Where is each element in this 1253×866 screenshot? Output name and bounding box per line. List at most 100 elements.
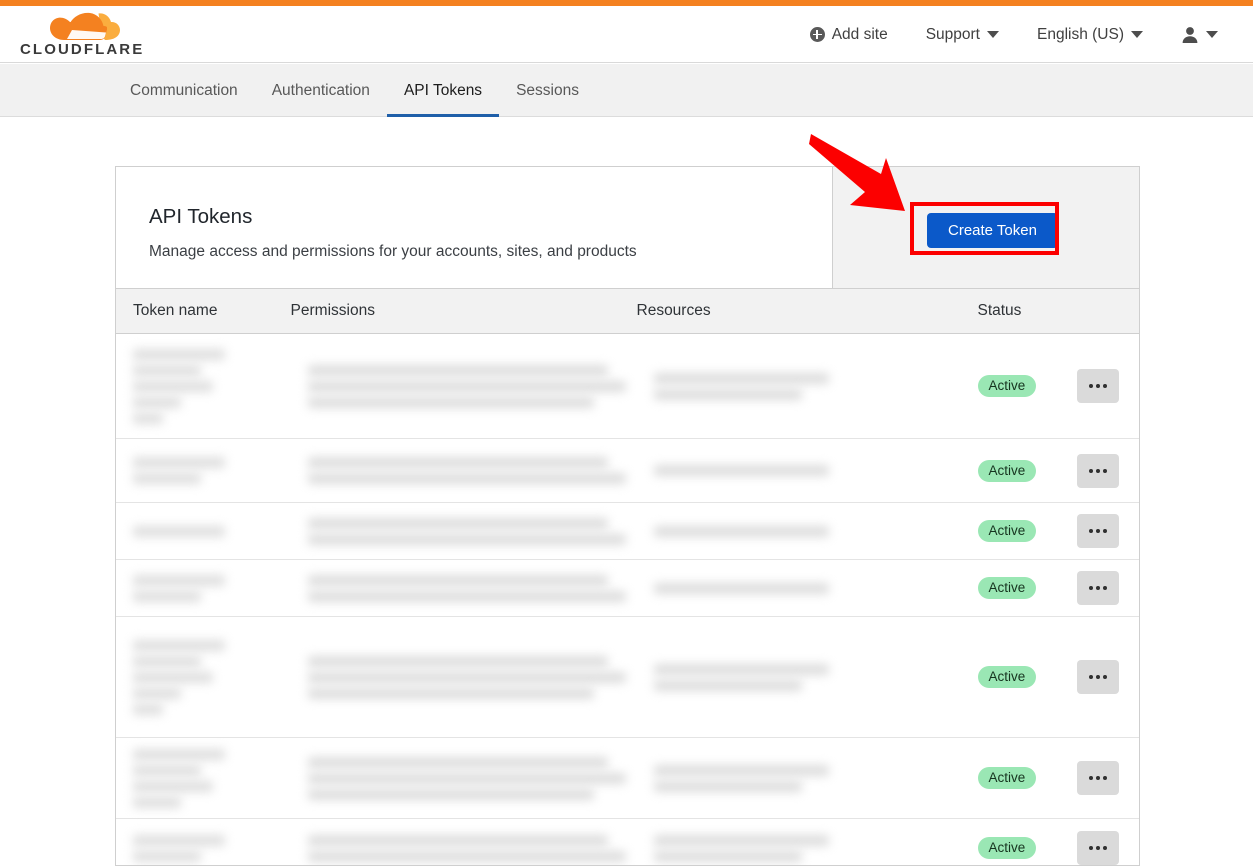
cell-res-redacted: [637, 368, 978, 405]
cell-actions: [1077, 761, 1139, 795]
chevron-down-icon: [987, 31, 999, 38]
account-menu[interactable]: [1162, 6, 1237, 63]
cell-status: Active: [978, 460, 1078, 482]
cell-name-redacted: [116, 521, 291, 542]
create-token-button[interactable]: Create Token: [927, 213, 1058, 248]
cell-actions: [1077, 571, 1139, 605]
tab-api-tokens-label: API Tokens: [404, 82, 482, 100]
chevron-down-icon: [1131, 31, 1143, 38]
row-more-options-button[interactable]: [1077, 514, 1119, 548]
cell-actions: [1077, 660, 1139, 694]
row-more-options-button[interactable]: [1077, 831, 1119, 865]
api-tokens-card: API Tokens Manage access and permissions…: [115, 166, 1140, 866]
plus-circle-icon: [810, 27, 825, 42]
table-row[interactable]: Active: [116, 738, 1139, 819]
language-menu[interactable]: English (US): [1018, 6, 1162, 63]
section-tabbar: Communication Authentication API Tokens …: [0, 64, 1253, 117]
cell-status: Active: [978, 666, 1078, 688]
cloudflare-cloud-icon: [50, 12, 120, 42]
cell-name-redacted: [116, 744, 291, 813]
cell-res-redacted: [637, 659, 978, 696]
ellipsis-icon: [1089, 384, 1107, 388]
ellipsis-icon: [1089, 529, 1107, 533]
status-badge: Active: [978, 767, 1037, 789]
cell-perms-redacted: [291, 513, 637, 550]
row-more-options-button[interactable]: [1077, 660, 1119, 694]
cloudflare-wordmark: CLOUDFLARE: [20, 41, 144, 59]
table-row[interactable]: Active: [116, 503, 1139, 560]
column-header-resources: Resources: [637, 302, 978, 320]
table-row[interactable]: Active: [116, 560, 1139, 617]
tab-authentication-label: Authentication: [272, 82, 370, 100]
cell-status: Active: [978, 375, 1078, 397]
cell-res-redacted: [637, 830, 978, 866]
cell-res-redacted: [637, 578, 978, 599]
column-header-permissions: Permissions: [291, 302, 637, 320]
table-row[interactable]: Active: [116, 819, 1139, 866]
tab-sessions-label: Sessions: [516, 82, 579, 100]
support-label: Support: [926, 26, 980, 44]
table-body: Active Active Active Active Active Active Acti…: [116, 334, 1139, 866]
cell-res-redacted: [637, 760, 978, 797]
cell-status: Active: [978, 767, 1078, 789]
language-label: English (US): [1037, 26, 1124, 44]
page-title: API Tokens: [149, 205, 832, 229]
chevron-down-icon: [1206, 31, 1218, 38]
header-nav: Add site Support English (US): [791, 6, 1237, 63]
cell-status: Active: [978, 837, 1078, 859]
cell-perms-redacted: [291, 830, 637, 866]
cell-name-redacted: [116, 452, 291, 489]
status-badge: Active: [978, 460, 1037, 482]
table-header-row: Token name Permissions Resources Status: [116, 289, 1139, 334]
ellipsis-icon: [1089, 675, 1107, 679]
tab-communication[interactable]: Communication: [130, 64, 255, 117]
cell-actions: [1077, 454, 1139, 488]
cell-res-redacted: [637, 521, 978, 542]
cell-res-redacted: [637, 460, 978, 481]
cloudflare-logo[interactable]: CLOUDFLARE: [20, 12, 130, 58]
column-header-token-name: Token name: [116, 302, 291, 320]
page-subtitle: Manage access and permissions for your a…: [149, 242, 832, 262]
user-avatar-icon: [1181, 26, 1199, 44]
cell-actions: [1077, 514, 1139, 548]
ellipsis-icon: [1089, 776, 1107, 780]
support-menu[interactable]: Support: [907, 6, 1018, 63]
row-more-options-button[interactable]: [1077, 369, 1119, 403]
status-badge: Active: [978, 837, 1037, 859]
tab-communication-label: Communication: [130, 82, 238, 100]
tab-list: Communication Authentication API Tokens …: [130, 64, 596, 117]
card-header-actions: Create Token: [833, 167, 1139, 288]
add-site-label: Add site: [832, 26, 888, 44]
cell-actions: [1077, 369, 1139, 403]
column-header-status: Status: [977, 302, 1077, 320]
cell-perms-redacted: [291, 752, 637, 805]
status-badge: Active: [978, 666, 1037, 688]
row-more-options-button[interactable]: [1077, 571, 1119, 605]
cell-perms-redacted: [291, 452, 637, 489]
cell-name-redacted: [116, 570, 291, 607]
ellipsis-icon: [1089, 846, 1107, 850]
status-badge: Active: [978, 375, 1037, 397]
add-site-button[interactable]: Add site: [791, 6, 907, 63]
cell-perms-redacted: [291, 651, 637, 704]
ellipsis-icon: [1089, 586, 1107, 590]
row-more-options-button[interactable]: [1077, 761, 1119, 795]
tab-sessions[interactable]: Sessions: [499, 64, 596, 117]
site-header: CLOUDFLARE Add site Support English (US): [0, 6, 1253, 63]
cell-status: Active: [978, 520, 1078, 542]
ellipsis-icon: [1089, 469, 1107, 473]
table-row[interactable]: Active: [116, 439, 1139, 503]
card-header-text: API Tokens Manage access and permissions…: [116, 167, 833, 288]
cell-name-redacted: [116, 830, 291, 866]
tab-api-tokens[interactable]: API Tokens: [387, 64, 499, 117]
cell-actions: [1077, 831, 1139, 865]
cell-status: Active: [978, 577, 1078, 599]
table-row[interactable]: Active: [116, 617, 1139, 738]
tab-authentication[interactable]: Authentication: [255, 64, 387, 117]
table-row[interactable]: Active: [116, 334, 1139, 439]
card-header: API Tokens Manage access and permissions…: [116, 167, 1139, 289]
status-badge: Active: [978, 577, 1037, 599]
cell-name-redacted: [116, 635, 291, 720]
row-more-options-button[interactable]: [1077, 454, 1119, 488]
cell-perms-redacted: [291, 570, 637, 607]
